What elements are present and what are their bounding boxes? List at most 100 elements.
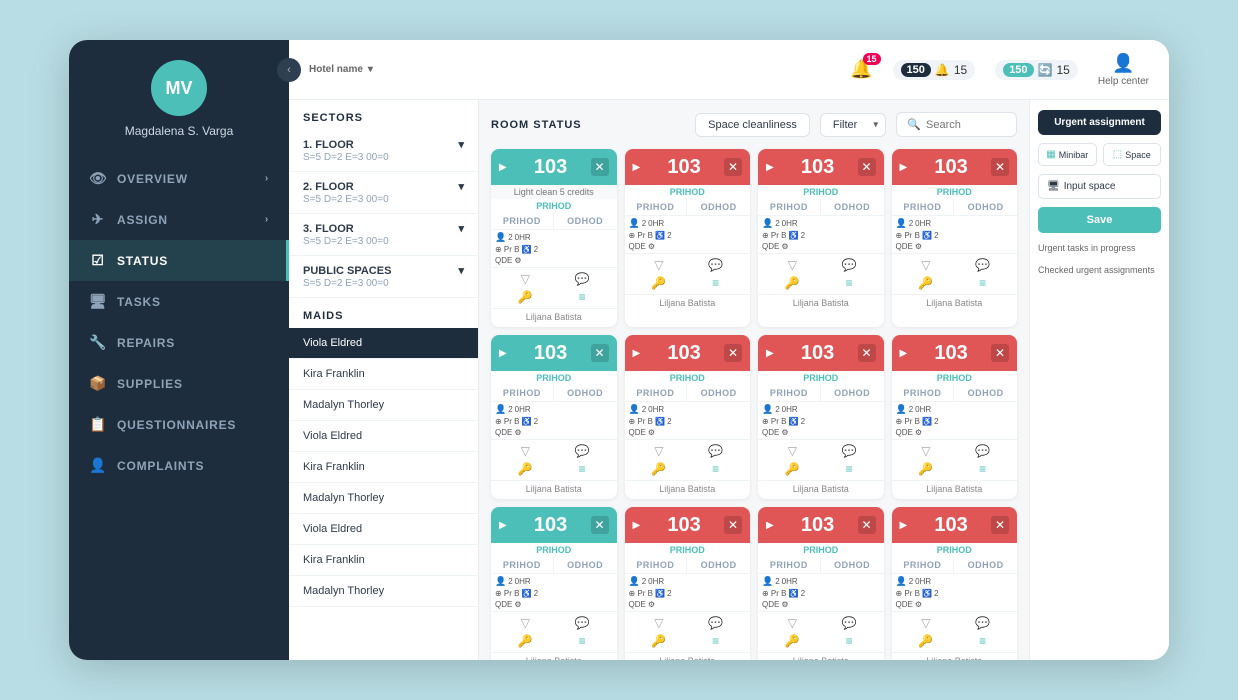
maid-item[interactable]: Kira Franklin (289, 359, 478, 390)
search-input[interactable] (926, 119, 1006, 131)
filter-action-icon[interactable]: ▽ (900, 616, 953, 630)
key-action-icon[interactable]: 🔑 (633, 276, 686, 290)
maid-item[interactable]: Kira Franklin (289, 545, 478, 576)
filter-action-icon[interactable]: ▽ (900, 444, 953, 458)
sidebar-item-complaints[interactable]: 👤 COMPLAINTS (69, 445, 289, 486)
room-close-button[interactable]: ✕ (991, 344, 1009, 362)
key-action-icon[interactable]: 🔑 (900, 634, 953, 648)
room-close-button[interactable]: ✕ (991, 516, 1009, 534)
search-box[interactable]: 🔍 (896, 112, 1017, 137)
sidebar-item-status[interactable]: ☑ STATUS (69, 240, 289, 281)
filter-action-icon[interactable]: ▽ (633, 444, 686, 458)
list-action-icon[interactable]: ≡ (556, 462, 609, 476)
list-action-icon[interactable]: ≡ (689, 462, 742, 476)
key-action-icon[interactable]: 🔑 (766, 462, 819, 476)
chat-action-icon[interactable]: 💬 (823, 258, 876, 272)
chat-action-icon[interactable]: 💬 (556, 616, 609, 630)
filter-action-icon[interactable]: ▽ (900, 258, 953, 272)
key-action-icon[interactable]: 🔑 (499, 290, 552, 304)
sidebar-item-overview[interactable]: 👁 OVERVIEW › (69, 158, 289, 199)
sidebar-item-supplies[interactable]: 📦 SUPPLIES (69, 363, 289, 404)
chat-action-icon[interactable]: 💬 (956, 258, 1009, 272)
de-icon: QDE (629, 600, 646, 609)
list-action-icon[interactable]: ≡ (689, 276, 742, 290)
filter-action-icon[interactable]: ▽ (766, 444, 819, 458)
overview-icon: 👁 (89, 170, 107, 187)
maid-item[interactable]: Viola Eldred (289, 514, 478, 545)
sector-3-floor[interactable]: 3. FLOOR ▾ S=5 D=2 E=3 00=0 (289, 214, 478, 256)
maid-item[interactable]: Madalyn Thorley (289, 576, 478, 607)
sidebar-item-repairs[interactable]: 🔧 REPAIRS (69, 322, 289, 363)
list-action-icon[interactable]: ≡ (823, 462, 876, 476)
filter-action-icon[interactable]: ▽ (499, 444, 552, 458)
room-footer: Liljana Batista (758, 480, 884, 499)
chat-action-icon[interactable]: 💬 (689, 616, 742, 630)
key-action-icon[interactable]: 🔑 (900, 462, 953, 476)
list-action-icon[interactable]: ≡ (556, 634, 609, 648)
key-action-icon[interactable]: 🔑 (633, 634, 686, 648)
space-cleanliness-button[interactable]: Space cleanliness (695, 113, 810, 137)
sector-2-floor[interactable]: 2. FLOOR ▾ S=5 D=2 E=3 00=0 (289, 172, 478, 214)
chat-action-icon[interactable]: 💬 (956, 616, 1009, 630)
room-close-button[interactable]: ✕ (858, 516, 876, 534)
sidebar-item-tasks[interactable]: 🖥 TASKS (69, 281, 289, 322)
maid-item[interactable]: Madalyn Thorley (289, 483, 478, 514)
filter-action-icon[interactable]: ▽ (766, 258, 819, 272)
sidebar-item-assign[interactable]: ✈ ASSIGN › (69, 199, 289, 240)
help-center[interactable]: 👤 Help center (1098, 53, 1149, 87)
maid-item[interactable]: Viola Eldred (289, 421, 478, 452)
minibar-button[interactable]: ▦ Minibar (1038, 143, 1097, 166)
sector-public-spaces[interactable]: PUBLIC SPACES ▾ S=5 D=2 E=3 00=0 (289, 256, 478, 298)
maid-item[interactable]: Kira Franklin (289, 452, 478, 483)
chat-action-icon[interactable]: 💬 (689, 258, 742, 272)
list-action-icon[interactable]: ≡ (956, 462, 1009, 476)
chat-action-icon[interactable]: 💬 (956, 444, 1009, 458)
filter-button[interactable]: Filter (820, 113, 886, 137)
key-action-icon[interactable]: 🔑 (766, 634, 819, 648)
room-close-button[interactable]: ✕ (591, 516, 609, 534)
notification-bell[interactable]: 🔔 15 (850, 59, 872, 80)
filter-action-icon[interactable]: ▽ (633, 616, 686, 630)
sidebar-item-questionnaires[interactable]: 📋 QUESTIONNAIRES (69, 404, 289, 445)
hotel-name[interactable]: Hotel name ▾ (309, 64, 373, 75)
list-action-icon[interactable]: ≡ (956, 276, 1009, 290)
chat-action-icon[interactable]: 💬 (823, 444, 876, 458)
list-action-icon[interactable]: ≡ (823, 276, 876, 290)
chat-action-icon[interactable]: 💬 (689, 444, 742, 458)
key-action-icon[interactable]: 🔑 (900, 276, 953, 290)
stat-text: 2 (642, 405, 646, 414)
sidebar-collapse-btn[interactable]: ‹ (277, 58, 301, 82)
room-close-button[interactable]: ✕ (858, 158, 876, 176)
chat-action-icon[interactable]: 💬 (823, 616, 876, 630)
chat-action-icon[interactable]: 💬 (556, 272, 609, 286)
filter-action-icon[interactable]: ▽ (766, 616, 819, 630)
key-action-icon[interactable]: 🔑 (499, 634, 552, 648)
chat-action-icon[interactable]: 💬 (556, 444, 609, 458)
maid-item[interactable]: Madalyn Thorley (289, 390, 478, 421)
space-button[interactable]: ⬚ Space (1103, 143, 1162, 166)
key-action-icon[interactable]: 🔑 (766, 276, 819, 290)
input-space-row[interactable]: 🖥 Input space (1038, 174, 1161, 199)
sector-1-floor[interactable]: 1. FLOOR ▾ S=5 D=2 E=3 00=0 (289, 130, 478, 172)
list-action-icon[interactable]: ≡ (823, 634, 876, 648)
room-close-button[interactable]: ✕ (591, 158, 609, 176)
save-button[interactable]: Save (1038, 207, 1161, 233)
room-close-button[interactable]: ✕ (724, 516, 742, 534)
list-action-icon[interactable]: ≡ (689, 634, 742, 648)
room-close-button[interactable]: ✕ (724, 344, 742, 362)
list-action-icon[interactable]: ≡ (956, 634, 1009, 648)
filter-action-icon[interactable]: ▽ (499, 616, 552, 630)
badge-group-2[interactable]: 150 🔄 15 (995, 60, 1078, 80)
maid-item[interactable]: Viola Eldred (289, 328, 478, 359)
room-close-button[interactable]: ✕ (858, 344, 876, 362)
room-close-button[interactable]: ✕ (591, 344, 609, 362)
filter-action-icon[interactable]: ▽ (499, 272, 552, 286)
room-close-button[interactable]: ✕ (724, 158, 742, 176)
badge-group-1[interactable]: 150 🔔 15 (893, 60, 976, 80)
room-close-button[interactable]: ✕ (991, 158, 1009, 176)
key-action-icon[interactable]: 🔑 (633, 462, 686, 476)
list-action-icon[interactable]: ≡ (556, 290, 609, 304)
de-icon: QDE (495, 600, 512, 609)
key-action-icon[interactable]: 🔑 (499, 462, 552, 476)
filter-action-icon[interactable]: ▽ (633, 258, 686, 272)
